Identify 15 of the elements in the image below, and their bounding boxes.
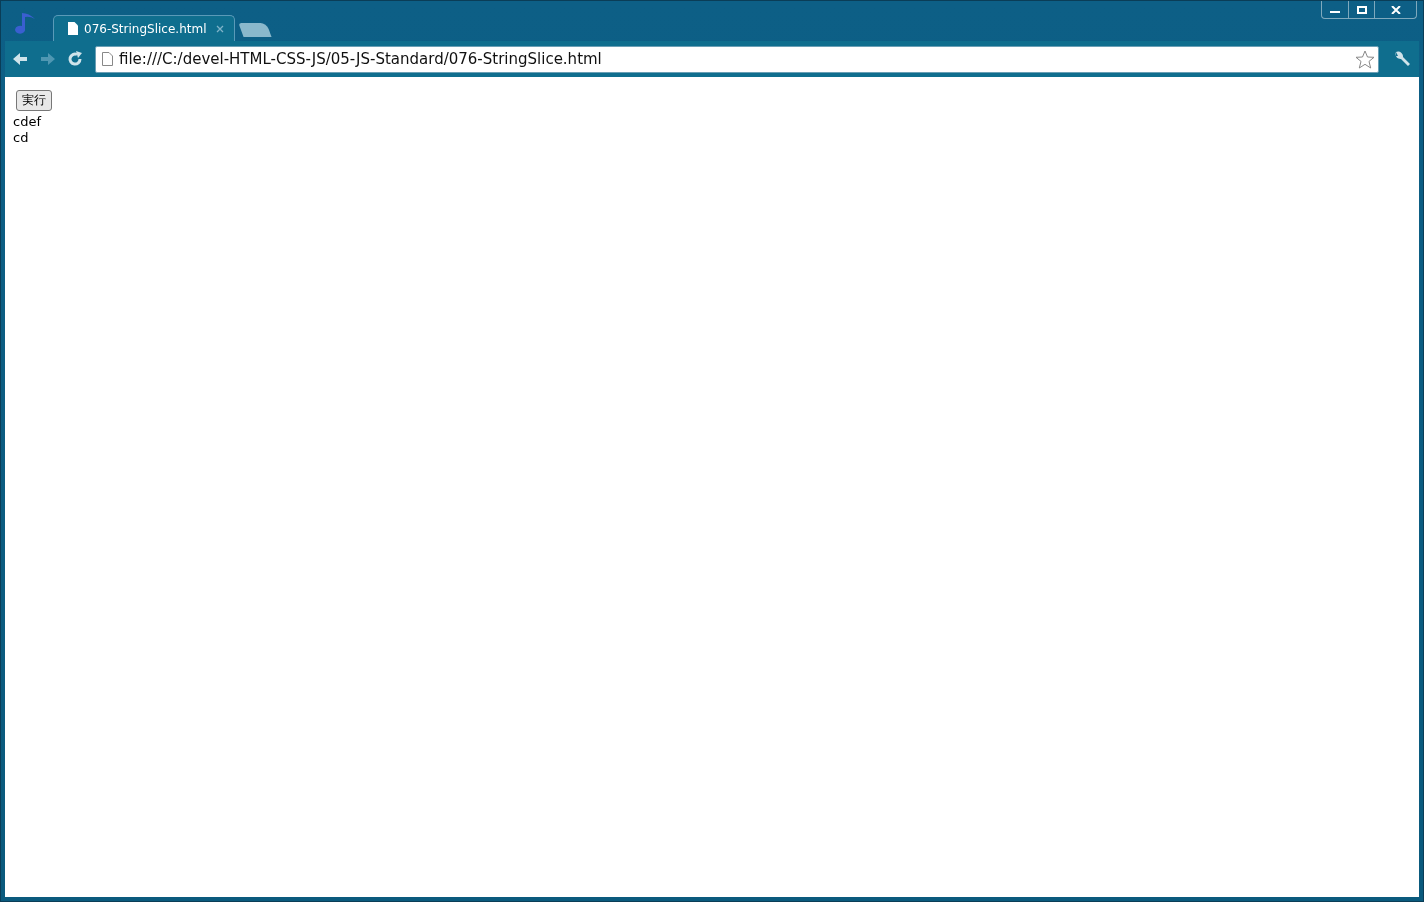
page-icon <box>102 52 113 66</box>
close-tab-icon[interactable] <box>216 24 224 33</box>
back-icon[interactable] <box>11 51 29 67</box>
close-icon <box>1390 5 1401 14</box>
new-tab-button[interactable] <box>238 23 272 37</box>
output-text: cdef <box>13 114 43 130</box>
reload-icon[interactable] <box>67 51 83 67</box>
run-button[interactable]: 実行 <box>16 90 52 111</box>
star-icon[interactable] <box>1355 49 1375 69</box>
output-text: cd <box>13 130 30 146</box>
browser-tab[interactable]: 076-StringSlice.html <box>53 15 235 41</box>
page-icon <box>68 22 78 35</box>
address-bar[interactable]: file:///C:/devel-HTML-CSS-JS/05-JS-Standard/076-StringSlice.html <box>95 45 1379 73</box>
wrench-icon[interactable] <box>1393 50 1411 68</box>
maximize-icon <box>1356 5 1367 14</box>
